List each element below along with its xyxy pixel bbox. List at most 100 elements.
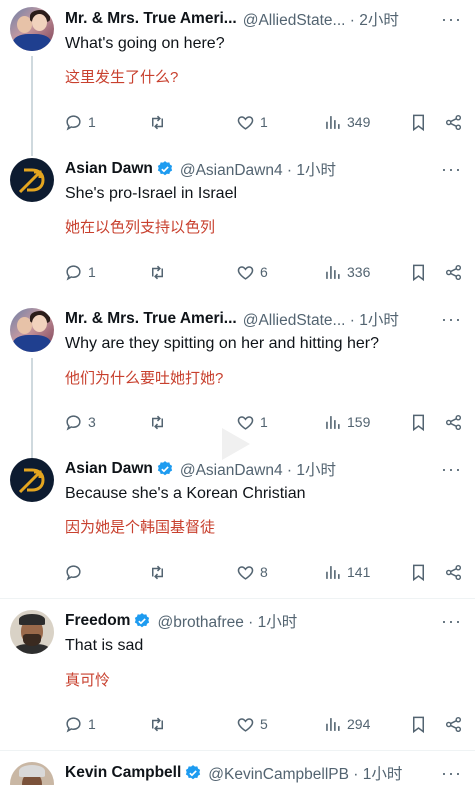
heart-icon <box>237 115 254 130</box>
author-handle[interactable]: @KevinCampbellPB · 1小时 <box>208 762 402 784</box>
action-bar: 1 1 349 <box>62 111 467 133</box>
more-icon[interactable]: ··· <box>441 611 461 631</box>
thread-line <box>31 358 33 458</box>
bookmark-button[interactable] <box>409 713 428 735</box>
author-name[interactable]: Freedom <box>65 612 130 630</box>
views-icon <box>326 115 340 129</box>
reply-button[interactable]: 1 <box>64 261 96 283</box>
like-count: 5 <box>260 716 268 732</box>
author-name[interactable]: Mr. & Mrs. True Ameri... <box>65 310 237 328</box>
bookmark-icon <box>412 564 425 581</box>
more-icon[interactable]: ··· <box>441 9 461 29</box>
reply-icon <box>66 564 81 580</box>
reply-count: 1 <box>88 114 96 130</box>
author-handle[interactable]: @AlliedState... · 1小时 <box>243 308 399 330</box>
author-name[interactable]: Asian Dawn <box>65 160 153 178</box>
verified-badge-icon <box>157 461 172 476</box>
retweet-icon <box>151 415 164 429</box>
like-button[interactable]: 5 <box>236 713 268 735</box>
reply-icon <box>66 114 81 130</box>
avatar[interactable] <box>10 610 54 654</box>
tweet-text: She's pro-Israel in Israel <box>65 185 238 202</box>
verified-badge-icon <box>157 161 172 176</box>
reply-icon <box>66 716 81 732</box>
views-button[interactable]: 349 <box>323 111 370 133</box>
author-handle[interactable]: @AlliedState... · 2小时 <box>243 8 399 30</box>
avatar[interactable] <box>10 7 54 51</box>
share-icon <box>445 114 462 130</box>
reply-icon <box>66 264 81 280</box>
more-icon[interactable]: ··· <box>441 309 461 329</box>
share-icon <box>445 414 462 430</box>
more-icon[interactable]: ··· <box>441 763 461 783</box>
views-button[interactable]: 294 <box>323 713 370 735</box>
reply-button[interactable] <box>64 561 88 583</box>
retweet-button[interactable] <box>148 111 172 133</box>
author-handle[interactable]: @AsianDawn4 · 1小时 <box>180 458 336 480</box>
retweet-icon <box>151 265 164 279</box>
tweet-translation: 他们为什么要吐她打她? <box>65 370 224 387</box>
thread-line <box>31 56 33 156</box>
action-bar: 3 1 159 <box>62 411 467 433</box>
share-icon <box>445 264 462 280</box>
author-handle[interactable]: @brothafree · 1小时 <box>157 610 297 632</box>
views-icon <box>326 415 340 429</box>
bookmark-button[interactable] <box>409 261 428 283</box>
share-button[interactable] <box>444 111 463 133</box>
view-count: 159 <box>347 414 371 430</box>
action-bar: 1 5 294 <box>62 713 467 735</box>
share-icon <box>445 716 462 732</box>
share-icon <box>445 564 462 580</box>
views-icon <box>326 265 340 279</box>
avatar[interactable] <box>10 308 54 352</box>
reply-button[interactable]: 3 <box>64 411 96 433</box>
author-handle[interactable]: @AsianDawn4 · 1小时 <box>180 158 336 180</box>
views-icon <box>326 717 340 731</box>
divider <box>0 598 475 599</box>
more-icon[interactable]: ··· <box>441 159 461 179</box>
bookmark-button[interactable] <box>409 411 428 433</box>
tweet-text: Because she's a Korean Christian <box>65 485 306 502</box>
reply-count: 3 <box>88 414 96 430</box>
retweet-button[interactable] <box>148 261 172 283</box>
share-button[interactable] <box>444 411 463 433</box>
like-button[interactable]: 1 <box>236 111 268 133</box>
like-count: 6 <box>260 264 268 280</box>
avatar-logo <box>18 168 45 194</box>
view-count: 336 <box>347 264 371 280</box>
share-button[interactable] <box>444 261 463 283</box>
more-icon[interactable]: ··· <box>441 459 461 479</box>
avatar[interactable] <box>10 158 54 202</box>
divider <box>0 750 475 751</box>
bookmark-icon <box>412 414 425 431</box>
avatar[interactable] <box>10 458 54 502</box>
bookmark-button[interactable] <box>409 111 428 133</box>
verified-badge-icon <box>135 613 150 628</box>
retweet-button[interactable] <box>148 411 172 433</box>
view-count: 294 <box>347 716 371 732</box>
heart-icon <box>237 717 254 732</box>
like-button[interactable]: 8 <box>236 561 268 583</box>
reply-button[interactable]: 1 <box>64 111 96 133</box>
avatar[interactable] <box>10 762 54 785</box>
author-name[interactable]: Mr. & Mrs. True Ameri... <box>65 10 237 28</box>
share-button[interactable] <box>444 561 463 583</box>
reply-button[interactable]: 1 <box>64 713 96 735</box>
tweet-text: What's going on here? <box>65 35 225 52</box>
views-button[interactable]: 336 <box>323 261 370 283</box>
tweet-translation: 这里发生了什么? <box>65 69 179 86</box>
like-button[interactable]: 6 <box>236 261 268 283</box>
retweet-button[interactable] <box>148 713 172 735</box>
author-name[interactable]: Asian Dawn <box>65 460 153 478</box>
retweet-button[interactable] <box>148 561 172 583</box>
view-count: 349 <box>347 114 371 130</box>
views-button[interactable]: 159 <box>323 411 370 433</box>
like-count: 1 <box>260 114 268 130</box>
views-icon <box>326 565 340 579</box>
author-name[interactable]: Kevin Campbell <box>65 764 181 782</box>
bookmark-button[interactable] <box>409 561 428 583</box>
reply-count: 1 <box>88 264 96 280</box>
action-bar: 1 6 336 <box>62 261 467 283</box>
share-button[interactable] <box>444 713 463 735</box>
views-button[interactable]: 141 <box>323 561 370 583</box>
